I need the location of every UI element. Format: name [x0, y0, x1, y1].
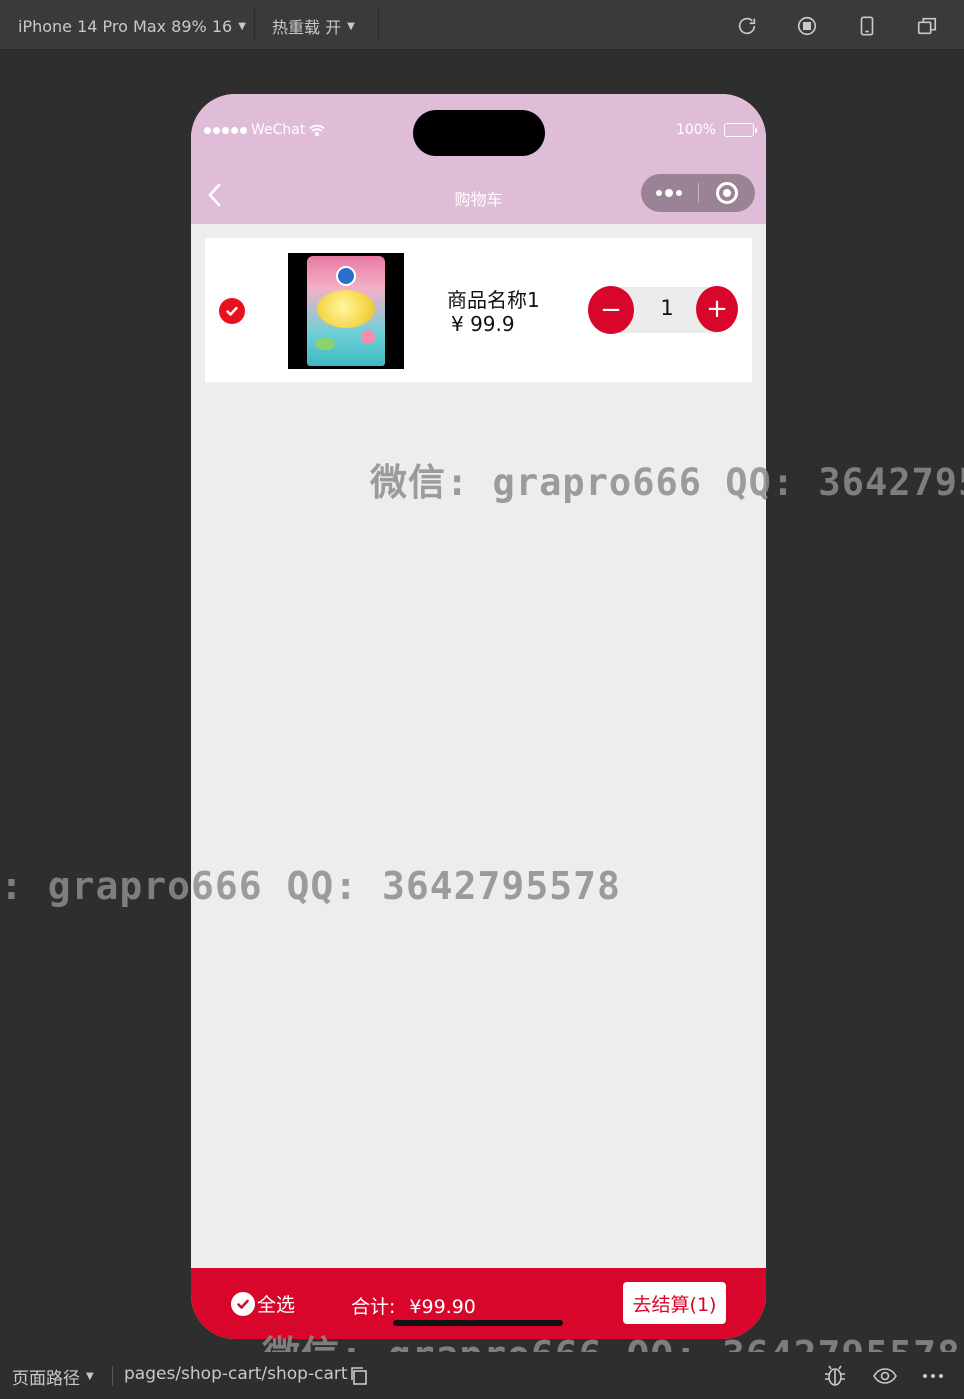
quantity-stepper: − 1 +	[588, 286, 738, 334]
product-image[interactable]	[288, 253, 404, 369]
checkmark-icon	[231, 1291, 255, 1316]
menu-capsule	[641, 174, 755, 212]
target-icon	[715, 182, 738, 204]
close-miniprogram-button[interactable]	[698, 174, 755, 212]
bug-icon[interactable]	[822, 1364, 848, 1388]
more-icon[interactable]	[920, 1364, 946, 1388]
more-icon	[656, 189, 683, 197]
toolbar-divider	[254, 8, 255, 42]
refresh-icon[interactable]	[735, 14, 759, 38]
dynamic-island	[413, 110, 545, 156]
chips-bag-image	[307, 256, 385, 366]
window-icon[interactable]	[915, 14, 939, 38]
toolbar-divider	[378, 8, 379, 42]
decrease-button[interactable]: −	[588, 286, 634, 334]
hot-reload-label: 热重载 开	[272, 18, 342, 37]
select-all-label: 全选	[257, 1294, 296, 1316]
devtools-toolbar: iPhone 14 Pro Max 89% 16 ▼ 热重载 开 ▼	[0, 0, 964, 50]
hot-reload-select[interactable]: 热重载 开 ▼	[272, 14, 355, 38]
copy-icon[interactable]	[349, 1366, 369, 1386]
product-price: ¥ 99.9	[451, 312, 515, 336]
battery-label: 100%	[675, 122, 716, 138]
signal-icon	[204, 126, 247, 134]
battery-icon	[724, 123, 757, 137]
path-divider	[112, 1366, 113, 1386]
page-path-value: pages/shop-cart/shop-cart	[124, 1364, 348, 1384]
page-path-label: 页面路径	[12, 1369, 80, 1389]
checkout-button[interactable]: 去结算(1)	[623, 1282, 726, 1324]
chevron-down-icon: ▼	[86, 1371, 94, 1382]
product-name: 商品名称1	[447, 288, 540, 312]
total-value: ¥99.90	[409, 1296, 476, 1318]
wifi-icon	[309, 124, 325, 136]
select-all-toggle[interactable]: 全选	[231, 1290, 295, 1317]
phone-icon[interactable]	[855, 14, 879, 38]
item-checkbox[interactable]	[219, 298, 245, 324]
device-select-label: iPhone 14 Pro Max 89% 16	[18, 16, 233, 36]
quantity-value[interactable]: 1	[654, 296, 680, 320]
nav-bar: 购物车	[191, 166, 766, 224]
page-path-bar: 页面路径 ▼ pages/shop-cart/shop-cart	[0, 1352, 964, 1399]
total-amount: 合计: ¥99.90	[351, 1292, 476, 1319]
device-select[interactable]: iPhone 14 Pro Max 89% 16 ▼	[18, 14, 246, 38]
eye-icon[interactable]	[872, 1364, 898, 1388]
carrier: WeChat	[204, 122, 325, 138]
checkmark-icon	[226, 306, 238, 316]
chevron-down-icon: ▼	[238, 20, 246, 32]
increase-button[interactable]: +	[696, 286, 738, 332]
cart-item: 商品名称1 ¥ 99.9 − 1 +	[205, 238, 752, 382]
more-button[interactable]	[641, 174, 698, 212]
checkout-bar: 全选 合计: ¥99.90 去结算(1)	[191, 1268, 766, 1339]
battery-status: 100%	[675, 122, 757, 138]
chevron-down-icon: ▼	[347, 20, 355, 32]
total-label: 合计:	[351, 1296, 396, 1318]
status-bar: WeChat 100%	[191, 94, 766, 166]
home-indicator	[393, 1320, 563, 1326]
phone-frame: WeChat 100% 购物车 商品名称1 ¥ 99.9 − 1 + 全选 合计…	[191, 94, 766, 1339]
carrier-label: WeChat	[251, 122, 306, 138]
page-path-select[interactable]: 页面路径 ▼	[12, 1364, 94, 1389]
stop-icon[interactable]	[795, 14, 819, 38]
